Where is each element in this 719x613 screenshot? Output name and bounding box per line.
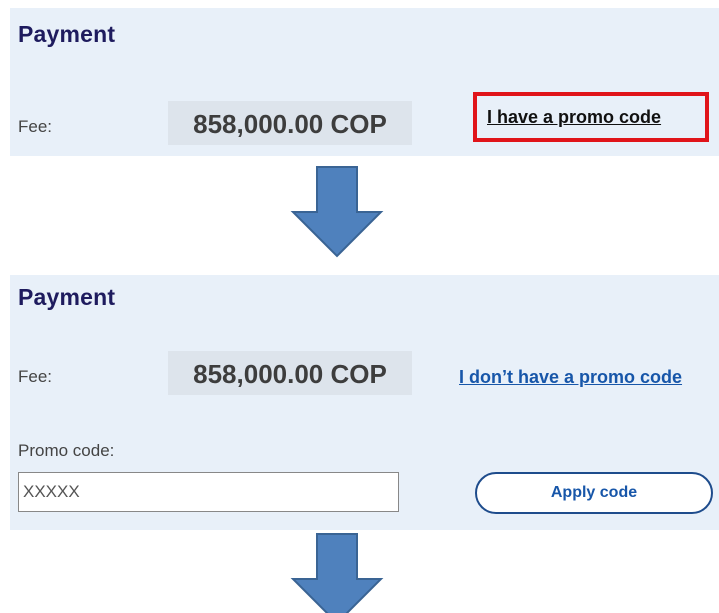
fee-amount: 858,000.00 COP <box>193 109 387 139</box>
promo-code-input[interactable] <box>18 472 399 512</box>
no-promo-code-link[interactable]: I don’t have a promo code <box>459 367 682 388</box>
have-promo-code-link[interactable]: I have a promo code <box>487 107 661 128</box>
fee-amount-box: 858,000.00 COP <box>168 101 412 145</box>
payment-panel-step2: Payment Fee: 858,000.00 COP I don’t have… <box>10 275 719 530</box>
promo-code-label: Promo code: <box>18 441 115 460</box>
arrow-down-icon <box>290 166 384 258</box>
payment-title: Payment <box>18 284 116 310</box>
payment-panel-step1: Payment Fee: 858,000.00 COP I have a pro… <box>10 8 719 156</box>
fee-label: Fee: <box>18 117 53 136</box>
promo-link-highlight: I have a promo code <box>473 92 709 142</box>
promo-code-flow: Payment Fee: 858,000.00 COP I have a pro… <box>0 0 719 613</box>
payment-title: Payment <box>18 21 116 47</box>
apply-code-button[interactable]: Apply code <box>475 472 713 514</box>
fee-label: Fee: <box>18 367 53 386</box>
arrow-down-icon <box>290 533 384 613</box>
fee-amount-box: 858,000.00 COP <box>168 351 412 395</box>
fee-amount: 858,000.00 COP <box>193 359 387 389</box>
